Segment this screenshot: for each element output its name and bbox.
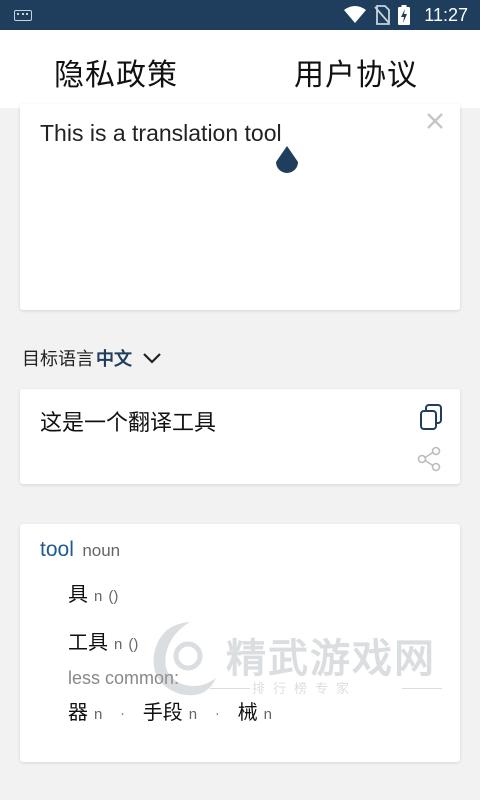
status-time: 11:27 <box>424 4 468 25</box>
target-language-value: 中文 <box>96 349 132 370</box>
target-language-label: 目标语言 <box>22 349 94 370</box>
separator-dot: · <box>120 707 125 723</box>
entry-pos: n <box>263 706 272 723</box>
status-icons: 11:27 <box>344 4 468 26</box>
entry-term: 工具 <box>68 630 108 654</box>
entry-pos: n <box>188 706 198 723</box>
dictionary-card: tool noun 具 n() 工具 n() less common: 器n · 手… <box>20 524 460 762</box>
entry-extra: () <box>128 636 139 653</box>
entry-term: 械 <box>237 700 258 724</box>
battery-charging-icon <box>398 5 411 25</box>
text-cursor-handle-icon[interactable] <box>272 144 302 180</box>
no-sim-icon <box>374 5 391 25</box>
dictionary-word[interactable]: tool <box>40 538 74 561</box>
target-language-selector[interactable]: 目标语言 中文 <box>22 344 162 372</box>
less-common-item[interactable]: 手段 n <box>143 696 197 725</box>
entry-term: 手段 <box>142 700 183 724</box>
translation-result: 这是一个翻译工具 <box>40 411 217 436</box>
close-icon[interactable] <box>422 108 448 134</box>
dictionary-pos: noun <box>82 541 121 560</box>
chevron-down-icon[interactable] <box>142 351 162 365</box>
dictionary-header: tool noun <box>40 538 120 562</box>
dictionary-entry[interactable]: 工具 n () <box>68 626 138 655</box>
keyboard-icon <box>14 10 32 21</box>
entry-pos: n <box>114 636 123 653</box>
less-common-item[interactable]: 械n <box>238 696 272 725</box>
entry-term: 器 <box>68 700 88 724</box>
dictionary-entry[interactable]: 具 n () <box>68 578 118 607</box>
top-tabs: 隐私政策 用户协议 <box>0 30 480 108</box>
entry-pos: n <box>94 706 103 723</box>
copy-icon[interactable] <box>418 403 444 431</box>
less-common-label: less common: <box>68 668 180 688</box>
tab-user-agreement[interactable]: 用户协议 <box>294 50 418 94</box>
entry-term: 具 <box>68 582 88 606</box>
status-bar: 11:27 <box>0 0 480 30</box>
separator-dot: · <box>215 707 220 723</box>
wifi-icon <box>344 6 367 23</box>
entry-extra: () <box>108 588 119 605</box>
less-common-row: 器n · 手段 n · 械n <box>68 696 272 725</box>
input-card[interactable]: This is a translation tool <box>20 104 460 310</box>
tab-privacy-policy[interactable]: 隐私政策 <box>54 50 178 94</box>
result-card: 这是一个翻译工具 <box>20 389 460 484</box>
entry-pos: n <box>94 588 103 605</box>
less-common-item[interactable]: 器n <box>68 696 102 725</box>
source-text-input[interactable]: This is a translation tool <box>40 120 282 147</box>
share-icon[interactable] <box>416 445 442 473</box>
